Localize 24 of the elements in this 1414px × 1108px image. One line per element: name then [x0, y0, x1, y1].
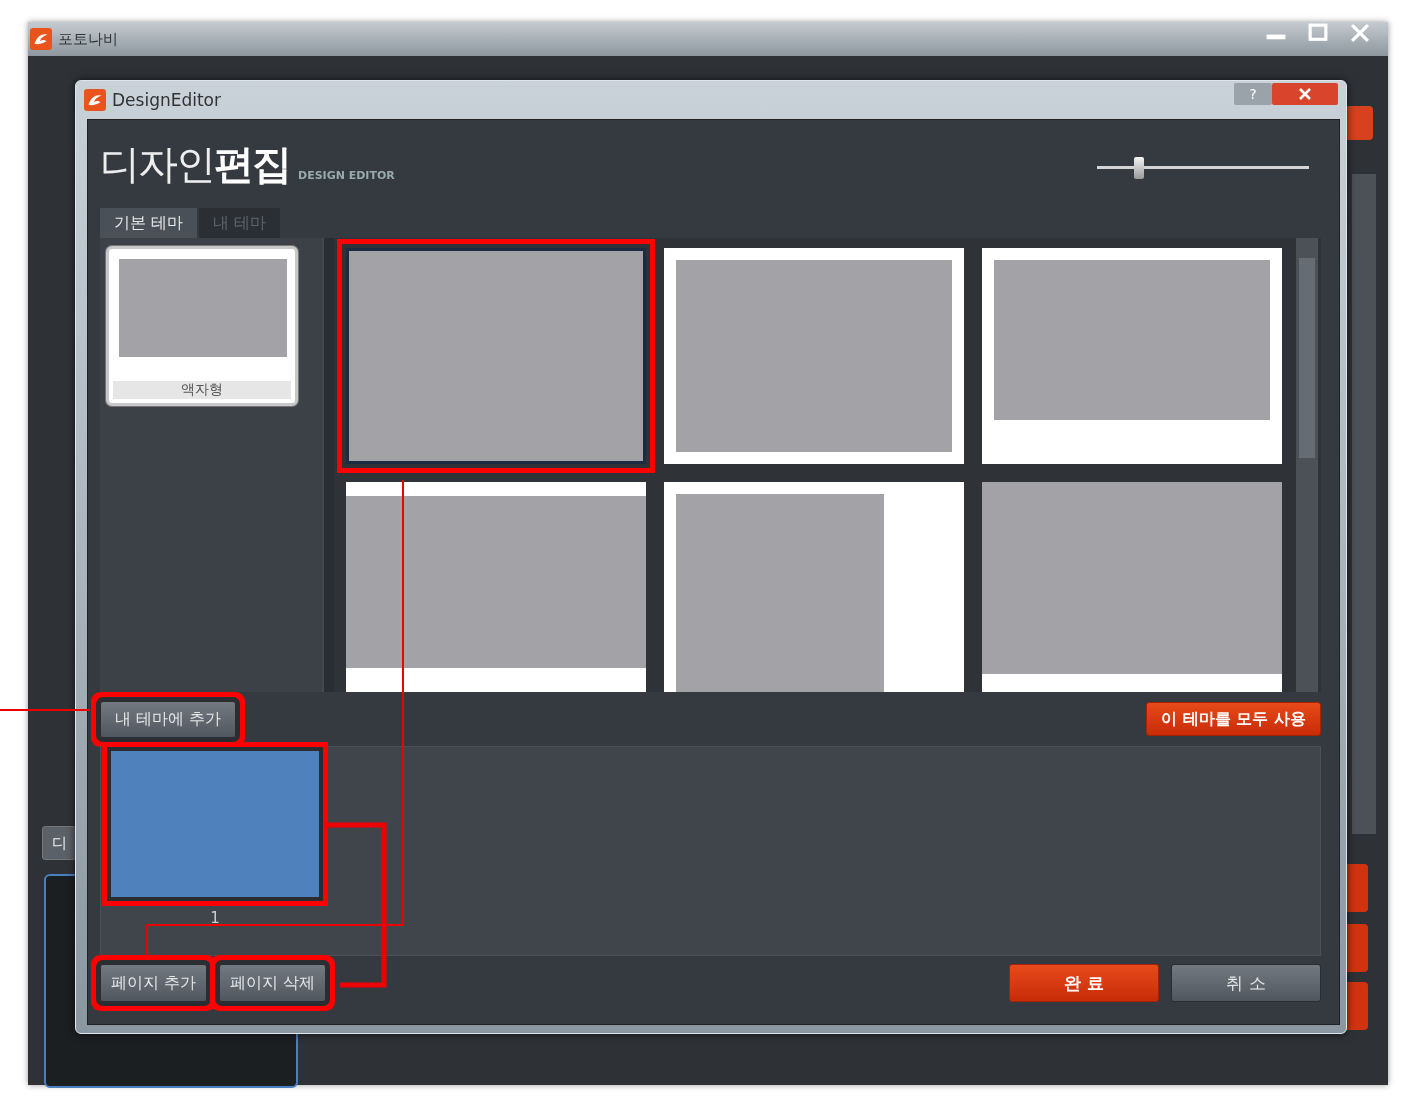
app-title: 포토나비: [58, 29, 118, 49]
layout-template[interactable]: [664, 482, 964, 692]
window-title: DesignEditor: [112, 90, 221, 110]
layout-template[interactable]: [346, 482, 646, 692]
editor-subtitle: DESIGN EDITOR: [298, 168, 395, 182]
page-number: 1: [210, 909, 220, 927]
scrollbar[interactable]: [1296, 238, 1318, 692]
layout-template[interactable]: [664, 248, 964, 464]
use-all-button[interactable]: 이 테마를 모두 사용: [1146, 702, 1321, 736]
layout-template[interactable]: [982, 248, 1282, 464]
close-icon[interactable]: [1272, 83, 1338, 105]
cancel-button[interactable]: 취 소: [1171, 964, 1321, 1002]
logo-icon: [30, 28, 52, 50]
help-button[interactable]: ?: [1234, 83, 1272, 105]
side-button[interactable]: 디: [42, 826, 76, 860]
scrollbar[interactable]: [1352, 174, 1376, 834]
zoom-slider[interactable]: [1097, 157, 1309, 179]
ok-button[interactable]: 완 료: [1009, 964, 1159, 1002]
theme-tab[interactable]: 기본 테마: [100, 208, 198, 238]
splitter[interactable]: [322, 238, 334, 692]
logo-icon: [84, 89, 106, 111]
layout-template[interactable]: [982, 482, 1282, 692]
theme-card[interactable]: 액자형: [106, 246, 298, 406]
editor-heading: 디자인편집: [100, 139, 290, 189]
